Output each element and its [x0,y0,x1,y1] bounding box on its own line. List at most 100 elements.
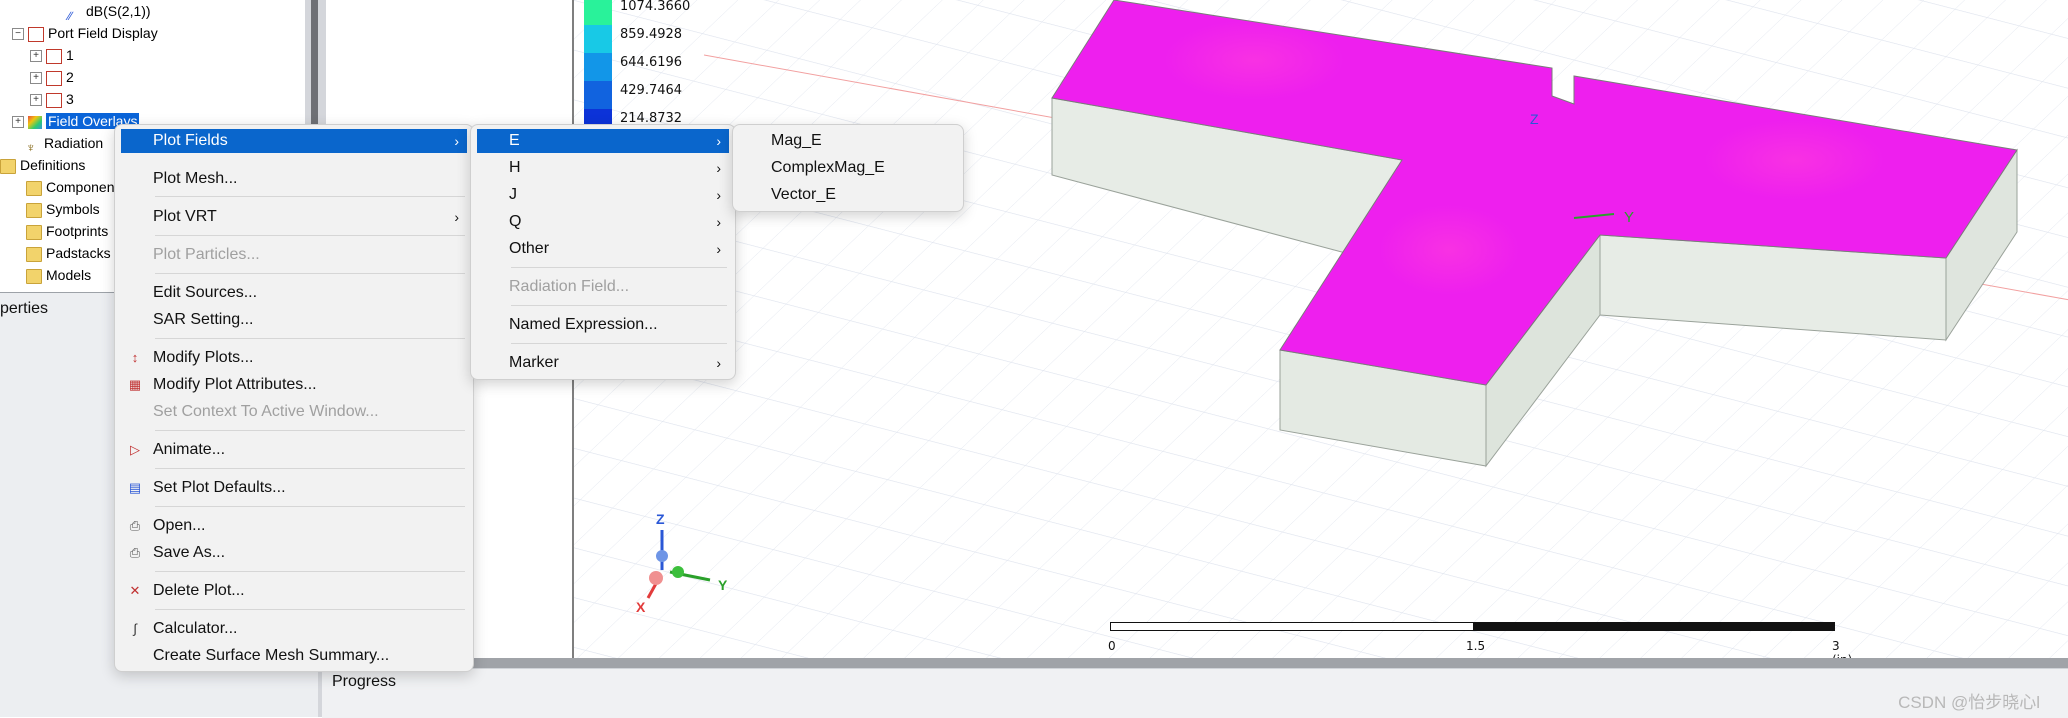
triad-x-handle [649,571,663,585]
triad-z-handle [656,550,668,562]
submenu-arrow-icon: › [716,160,721,176]
modify-plots-icon: ↕ [131,350,139,365]
3d-viewport[interactable]: Y Z Z Y X [572,0,2068,658]
plot-icon [46,92,62,108]
scale-tick-1-5: 1.5 [1466,639,1486,653]
submenu-arrow-icon: › [716,187,721,203]
menu-item-marker[interactable]: Marker › [477,351,729,375]
folder-icon [26,268,42,284]
save-as-icon: ⎙ [129,545,141,560]
field-hotspot [1379,205,1519,295]
legend-row: 859.4928 [582,25,702,53]
menu-item-named-expression[interactable]: Named Expression... [477,313,729,337]
tree-item-models[interactable]: Models [26,265,91,285]
delete-plot-icon: ✕ [129,583,141,598]
menu-item-modify-plot-attributes[interactable]: ▦ Modify Plot Attributes... [121,373,467,397]
tree-item-padstacks[interactable]: Padstacks [26,243,111,263]
legend-swatch [584,53,612,81]
tree-item-port-2[interactable]: +2 [30,67,74,87]
menu-item-open[interactable]: ⎙ Open... [121,514,467,538]
menu-item-radiation-field: Radiation Field... [509,278,630,295]
expand-icon[interactable]: + [12,116,24,129]
menu-item-plot-fields[interactable]: Plot Fields › [121,129,467,153]
scale-segment-black [1473,622,1835,631]
triad-y-label: Y [718,577,728,593]
model-z-label: Z [1530,111,1539,127]
menu-item-other[interactable]: Other › [477,237,729,261]
tree-item-port-1[interactable]: +1 [30,45,74,65]
submenu-arrow-icon: › [716,133,721,149]
menu-separator [511,267,727,268]
menu-item-vector-e[interactable]: Vector_E [739,183,957,207]
menu-separator [155,273,465,274]
tree-item-symbols[interactable]: Symbols [26,199,100,219]
legend-row: 429.7464 [582,81,702,109]
menu-separator [155,468,465,469]
submenu-arrow-icon: › [454,133,459,149]
expand-icon[interactable]: + [30,94,42,107]
trace-icon: ∕∕ [68,8,73,23]
legend-row: 214.8732 [582,109,702,126]
menu-item-plot-particles: Plot Particles... [153,246,260,263]
scale-segment-white [1110,622,1474,631]
legend-value: 644.6196 [620,55,683,70]
field-overlays-icon [28,115,42,129]
menu-item-sar-setting[interactable]: SAR Setting... [121,308,467,332]
collapse-icon[interactable]: − [12,28,24,41]
triad-z-label: Z [656,511,665,527]
tree-item-components[interactable]: Componen [26,177,115,197]
menu-separator [155,338,465,339]
legend-swatch [584,109,612,125]
context-menu-main: Plot Fields › Plot Mesh... Plot VRT › Plot… [114,124,474,672]
menu-item-create-surface-mesh-summary[interactable]: Create Surface Mesh Summary... [121,644,467,668]
context-menu-plot-fields: E › H › J › Q › Other › Radiation Field... Na… [470,124,736,380]
field-legend[interactable]: 1074.3660 859.4928 644.6196 429.7464 214… [582,0,702,126]
menu-item-plot-vrt[interactable]: Plot VRT › [121,205,467,229]
menu-item-j[interactable]: J › [477,183,729,207]
menu-item-delete-plot[interactable]: ✕ Delete Plot... [121,579,467,603]
folder-icon [0,158,16,174]
tree-item-radiation[interactable]: ♆ Radiation [26,133,103,155]
legend-swatch [584,25,612,53]
menu-item-save-as[interactable]: ⎙ Save As... [121,541,467,565]
menu-item-set-plot-defaults[interactable]: ▤ Set Plot Defaults... [121,476,467,500]
progress-panel: Progress [322,668,2068,718]
plot-attributes-icon: ▦ [128,377,142,392]
field-hotspot [1164,20,1344,100]
expand-icon[interactable]: + [30,72,42,85]
submenu-arrow-icon: › [454,209,459,225]
menu-item-e[interactable]: E › [477,129,729,153]
menu-item-edit-sources[interactable]: Edit Sources... [121,281,467,305]
folder-icon [26,224,42,240]
menu-item-mag-e[interactable]: Mag_E [739,129,957,153]
legend-swatch [584,81,612,109]
plot-defaults-icon: ▤ [128,480,142,495]
radiation-icon: ♆ [26,139,36,155]
tree-item-footprints[interactable]: Footprints [26,221,108,241]
menu-separator [155,609,465,610]
legend-row: 644.6196 [582,53,702,81]
menu-item-modify-plots[interactable]: ↕ Modify Plots... [121,346,467,370]
tree-item-port-3[interactable]: +3 [30,89,74,109]
menu-item-animate[interactable]: ▷ Animate... [121,438,467,462]
viewport-bottom-border [318,658,2068,668]
menu-separator [511,305,727,306]
menu-item-q[interactable]: Q › [477,210,729,234]
menu-separator [511,343,727,344]
tree-item-port-field-display[interactable]: − Port Field Display [12,23,158,43]
plot-icon [46,70,62,86]
tree-item-dbs21[interactable]: ∕∕ dB(S(2,1)) [68,1,151,23]
plot-icon [46,48,62,64]
legend-value: 429.7464 [620,83,683,98]
expand-icon[interactable]: + [30,50,42,63]
menu-item-complexmag-e[interactable]: ComplexMag_E [739,156,957,180]
menu-separator [155,196,465,197]
menu-item-h[interactable]: H › [477,156,729,180]
menu-item-plot-mesh[interactable]: Plot Mesh... [121,167,467,191]
menu-separator [155,506,465,507]
menu-item-calculator[interactable]: ∫ Calculator... [121,617,467,641]
folder-icon [26,202,42,218]
tree-item-definitions[interactable]: Definitions [0,155,85,175]
open-icon: ⎙ [129,518,141,533]
triad-x-label: X [636,599,646,615]
